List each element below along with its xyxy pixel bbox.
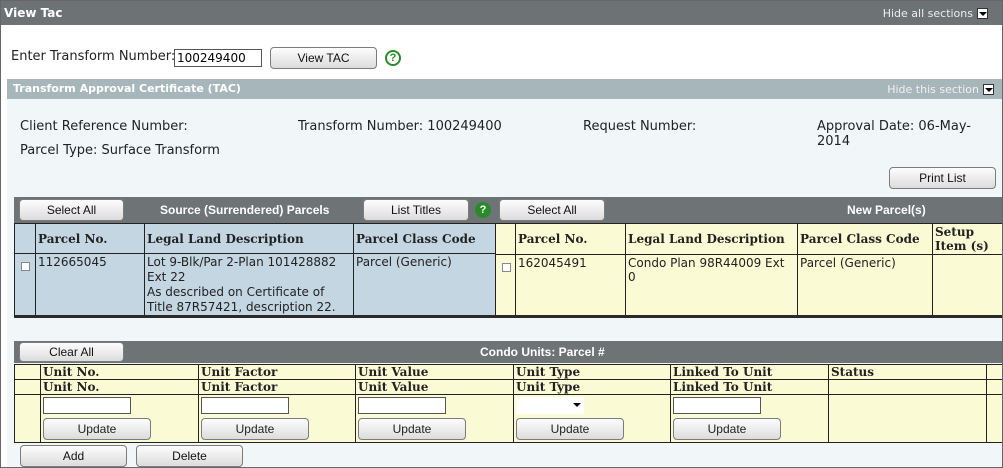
collapse-arrow-icon bbox=[983, 84, 994, 95]
parcel-type: Parcel Type: Surface Transform bbox=[20, 143, 220, 158]
column-header: Parcel No. bbox=[515, 223, 626, 255]
column-header: Unit Factor bbox=[198, 379, 356, 395]
hide-section-label: Hide this section bbox=[887, 83, 979, 96]
tables-divider bbox=[14, 315, 1002, 318]
source-parcels-table: Parcel No. Legal Land Description Parcel… bbox=[14, 223, 496, 317]
update-button[interactable]: Update bbox=[516, 418, 624, 440]
unit-type-select[interactable] bbox=[516, 397, 584, 414]
column-header: Unit Value bbox=[355, 379, 514, 395]
transform-number-input[interactable] bbox=[174, 49, 262, 67]
collapse-arrow-icon bbox=[977, 8, 988, 19]
hide-all-sections-toggle[interactable]: Hide all sections bbox=[883, 7, 988, 20]
unit-type-cell: Update bbox=[513, 394, 671, 443]
page-title: View Tac bbox=[4, 6, 63, 20]
parcel-no-cell: 112665045 bbox=[35, 253, 145, 317]
help-icon[interactable]: ? bbox=[385, 50, 401, 66]
table-row: Update Update Update Update Update bbox=[14, 394, 1002, 443]
transform-number-label: Enter Transform Number: bbox=[11, 49, 176, 64]
column-header: Legal Land Description bbox=[625, 223, 798, 255]
clear-all-button[interactable]: Clear All bbox=[19, 342, 124, 362]
parcels-header-bar: Select All Source (Surrendered) Parcels … bbox=[14, 197, 1002, 223]
status-cell bbox=[828, 394, 987, 443]
new-select-all-button[interactable]: Select All bbox=[499, 199, 605, 221]
source-parcels-title: Source (Surrendered) Parcels bbox=[160, 203, 330, 217]
source-select-all-button[interactable]: Select All bbox=[19, 199, 124, 221]
column-header: Linked To Unit bbox=[670, 364, 829, 380]
column-header: Parcel Class Code bbox=[353, 223, 496, 254]
column-header: Setup Item (s) bbox=[932, 223, 1002, 255]
column-header: Legal Land Description bbox=[144, 223, 354, 254]
table-row: 162045491 Condo Plan 98R44009 Ext 0 Parc… bbox=[495, 254, 1002, 317]
column-header: Unit Type bbox=[513, 364, 671, 380]
column-header: Unit No. bbox=[40, 364, 199, 380]
update-button[interactable]: Update bbox=[43, 418, 151, 440]
new-parcels-table: Parcel No. Legal Land Description Parcel… bbox=[495, 223, 1002, 317]
parcel-class-cell: Parcel (Generic) bbox=[353, 253, 496, 317]
delete-button[interactable]: Delete bbox=[136, 445, 243, 467]
table-row: 112665045 Lot 9-Blk/Par 2-Plan 101428882… bbox=[14, 253, 496, 317]
transform-number-info: Transform Number: 100249400 bbox=[298, 119, 502, 134]
unit-factor-cell: Update bbox=[198, 394, 356, 443]
update-button[interactable]: Update bbox=[358, 418, 466, 440]
column-header: Unit Value bbox=[355, 364, 514, 380]
column-header: Unit Factor bbox=[198, 364, 356, 380]
new-parcels-title: New Parcel(s) bbox=[847, 203, 926, 217]
top-bar: View Tac Hide all sections bbox=[1, 1, 1002, 25]
setup-items-cell bbox=[932, 254, 1002, 317]
parcel-no-cell: 162045491 bbox=[515, 254, 626, 317]
update-button[interactable]: Update bbox=[673, 418, 781, 440]
linked-to-unit-input[interactable] bbox=[673, 397, 761, 414]
update-button[interactable]: Update bbox=[201, 418, 309, 440]
legal-description-cell: Condo Plan 98R44009 Ext 0 bbox=[625, 254, 798, 317]
condo-units-title: Condo Units: Parcel # bbox=[480, 345, 605, 359]
select-column-header bbox=[14, 223, 36, 254]
column-header: Unit No. bbox=[40, 379, 199, 395]
list-titles-help-icon[interactable]: ? bbox=[475, 202, 491, 218]
condo-units-table: Unit No. Unit Factor Unit Value Unit Typ… bbox=[14, 364, 1002, 443]
unit-factor-input[interactable] bbox=[201, 397, 289, 414]
request-number-label: Request Number: bbox=[583, 119, 697, 134]
condo-header-bar: Clear All Condo Units: Parcel # bbox=[14, 341, 1002, 363]
select-column-header bbox=[495, 223, 516, 255]
hide-section-toggle[interactable]: Hide this section bbox=[887, 83, 994, 96]
column-header: Unit Type bbox=[513, 379, 671, 395]
unit-no-cell: Update bbox=[40, 394, 199, 443]
tac-panel-header: Transform Approval Certificate (TAC) Hid… bbox=[7, 79, 1002, 99]
column-header: Linked To Unit bbox=[670, 379, 829, 395]
client-reference-label: Client Reference Number: bbox=[20, 119, 188, 134]
column-header: Status bbox=[828, 364, 987, 380]
row-checkbox[interactable] bbox=[502, 263, 511, 272]
column-header: Parcel Class Code bbox=[797, 223, 933, 255]
linked-to-unit-cell: Update bbox=[670, 394, 829, 443]
hide-all-label: Hide all sections bbox=[882, 7, 973, 20]
tac-panel-title: Transform Approval Certificate (TAC) bbox=[13, 82, 241, 95]
legal-description-cell: Lot 9-Blk/Par 2-Plan 101428882 Ext 22 As… bbox=[144, 253, 354, 317]
list-titles-button[interactable]: List Titles bbox=[363, 199, 469, 221]
unit-value-input[interactable] bbox=[358, 397, 446, 414]
add-button[interactable]: Add bbox=[20, 445, 127, 467]
unit-value-cell: Update bbox=[355, 394, 514, 443]
parcel-class-cell: Parcel (Generic) bbox=[797, 254, 933, 317]
view-tac-button[interactable]: View TAC bbox=[270, 47, 377, 69]
unit-no-input[interactable] bbox=[43, 397, 131, 414]
approval-date: Approval Date: 06-May-2014 bbox=[817, 119, 971, 149]
print-list-button[interactable]: Print List bbox=[889, 167, 996, 189]
view-tac-window: View Tac Hide all sections Enter Transfo… bbox=[0, 0, 1003, 468]
row-checkbox[interactable] bbox=[21, 262, 30, 271]
column-header: Parcel No. bbox=[35, 223, 145, 254]
